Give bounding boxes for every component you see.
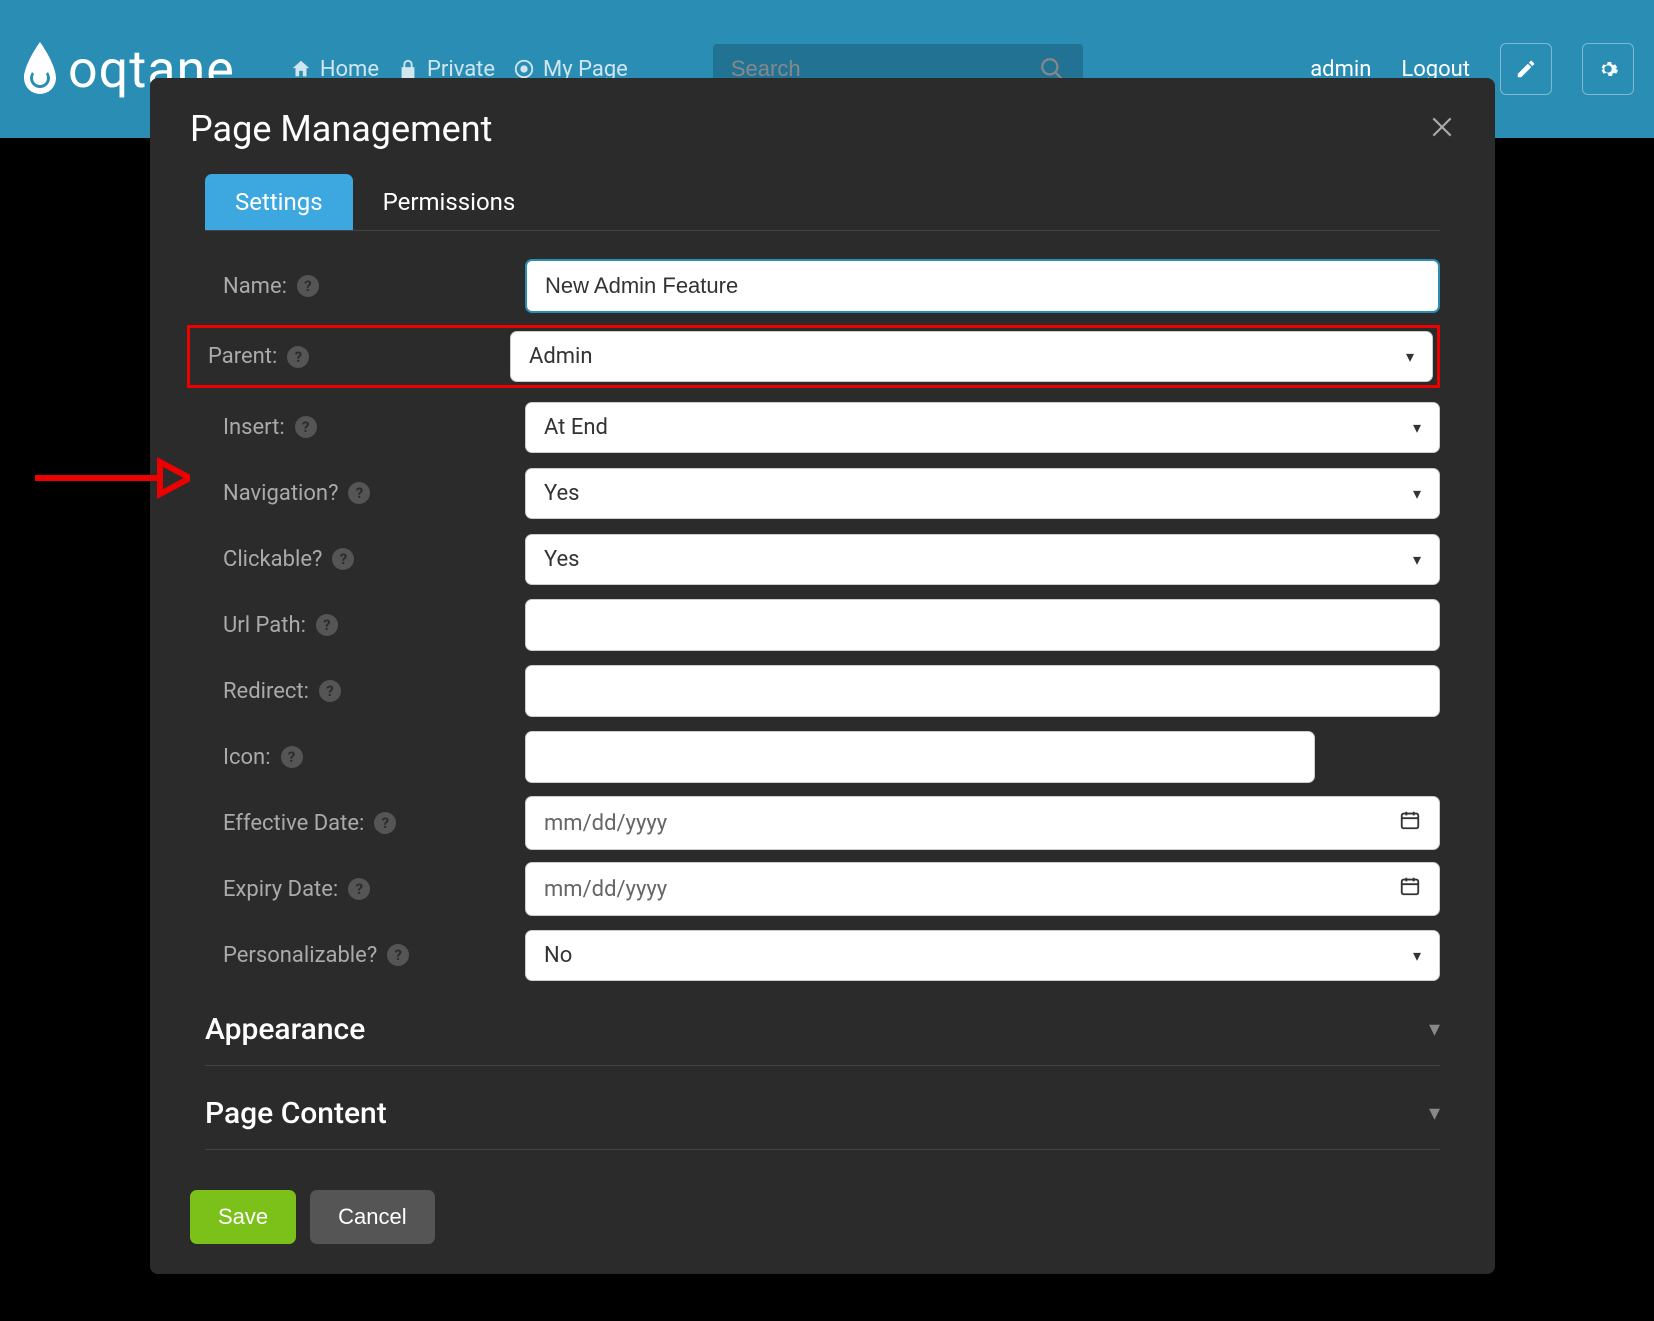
icon-control [525,731,1440,783]
row-personalizable: Personalizable? ? No ▾ [205,928,1440,982]
help-icon[interactable]: ? [316,614,338,636]
row-effective: Effective Date: ? mm/dd/yyyy [205,796,1440,850]
icon-input[interactable] [525,731,1315,783]
help-icon[interactable]: ? [332,548,354,570]
calendar-icon[interactable] [1399,875,1421,903]
personalizable-control: No ▾ [525,930,1440,981]
help-icon[interactable]: ? [374,812,396,834]
label-clickable: Clickable? ? [205,547,525,572]
chevron-down-icon: ▾ [1413,550,1421,569]
annotation-arrow-icon [30,448,190,508]
expiry-control: mm/dd/yyyy [525,862,1440,916]
cancel-button[interactable]: Cancel [310,1190,434,1244]
chevron-down-icon: ▾ [1413,484,1421,503]
label-name: Name: ? [205,274,525,299]
row-icon: Icon: ? [205,730,1440,784]
home-icon [290,58,312,80]
label-expiry: Expiry Date: ? [205,877,525,902]
clickable-control: Yes ▾ [525,534,1440,585]
label-icon: Icon: ? [205,745,525,770]
row-clickable: Clickable? ? Yes ▾ [205,532,1440,586]
effective-control: mm/dd/yyyy [525,796,1440,850]
name-control [525,259,1440,313]
label-navigation: Navigation? ? [205,481,525,506]
save-button[interactable]: Save [190,1190,296,1244]
label-insert: Insert: ? [205,415,525,440]
help-icon[interactable]: ? [281,746,303,768]
label-personalizable: Personalizable? ? [205,943,525,968]
navigation-value: Yes [544,481,580,506]
row-urlpath: Url Path: ? [205,598,1440,652]
tab-settings[interactable]: Settings [205,174,353,230]
row-parent: Parent: ? Admin ▾ [187,325,1440,388]
row-insert: Insert: ? At End ▾ [205,400,1440,454]
modal-footer: Save Cancel [150,1150,1495,1244]
label-effective: Effective Date: ? [205,811,525,836]
gear-icon [1597,58,1619,80]
help-icon[interactable]: ? [297,275,319,297]
redirect-control [525,665,1440,717]
insert-select[interactable]: At End ▾ [525,402,1440,453]
parent-select[interactable]: Admin ▾ [510,331,1433,382]
help-icon[interactable]: ? [319,680,341,702]
row-navigation: Navigation? ? Yes ▾ [205,466,1440,520]
help-icon[interactable]: ? [287,346,309,368]
redirect-input[interactable] [525,665,1440,717]
page-management-modal: Page Management Settings Permissions Nam… [150,78,1495,1274]
close-icon [1429,114,1455,140]
navigation-select[interactable]: Yes ▾ [525,468,1440,519]
chevron-down-icon: ▾ [1413,946,1421,965]
help-icon[interactable]: ? [348,482,370,504]
chevron-down-icon: ▾ [1429,1101,1440,1126]
target-icon [513,58,535,80]
close-button[interactable] [1429,110,1455,148]
label-urlpath: Url Path: ? [205,613,525,638]
chevron-down-icon: ▾ [1413,418,1421,437]
row-expiry: Expiry Date: ? mm/dd/yyyy [205,862,1440,916]
label-redirect: Redirect: ? [205,679,525,704]
settings-button[interactable] [1582,43,1634,95]
pagecontent-title: Page Content [205,1096,387,1131]
parent-control: Admin ▾ [510,331,1433,382]
clickable-value: Yes [544,547,580,572]
row-name: Name: ? [205,259,1440,313]
personalizable-value: No [544,943,572,968]
tab-permissions[interactable]: Permissions [353,174,546,230]
calendar-icon[interactable] [1399,809,1421,837]
edit-button[interactable] [1500,43,1552,95]
tabs: Settings Permissions [205,174,1440,231]
pencil-icon [1515,58,1537,80]
section-appearance[interactable]: Appearance ▾ [205,994,1440,1066]
modal-header: Page Management [150,78,1495,174]
effective-date-input[interactable]: mm/dd/yyyy [525,796,1440,850]
personalizable-select[interactable]: No ▾ [525,930,1440,981]
name-input[interactable] [525,259,1440,313]
label-parent: Parent: ? [190,344,510,369]
clickable-select[interactable]: Yes ▾ [525,534,1440,585]
section-pagecontent[interactable]: Page Content ▾ [205,1078,1440,1150]
parent-value: Admin [529,344,593,369]
insert-value: At End [544,415,608,440]
insert-control: At End ▾ [525,402,1440,453]
chevron-down-icon: ▾ [1406,347,1414,366]
expiry-date-input[interactable]: mm/dd/yyyy [525,862,1440,916]
effective-placeholder: mm/dd/yyyy [544,811,667,836]
expiry-placeholder: mm/dd/yyyy [544,877,667,902]
appearance-title: Appearance [205,1012,365,1047]
help-icon[interactable]: ? [348,878,370,900]
modal-title: Page Management [190,108,492,150]
help-icon[interactable]: ? [387,944,409,966]
lock-icon [397,58,419,80]
chevron-down-icon: ▾ [1429,1017,1440,1042]
help-icon[interactable]: ? [295,416,317,438]
row-redirect: Redirect: ? [205,664,1440,718]
modal-body: Settings Permissions Name: ? Parent: ? A… [150,174,1495,1150]
navigation-control: Yes ▾ [525,468,1440,519]
urlpath-control [525,599,1440,651]
drop-icon [20,42,60,97]
urlpath-input[interactable] [525,599,1440,651]
